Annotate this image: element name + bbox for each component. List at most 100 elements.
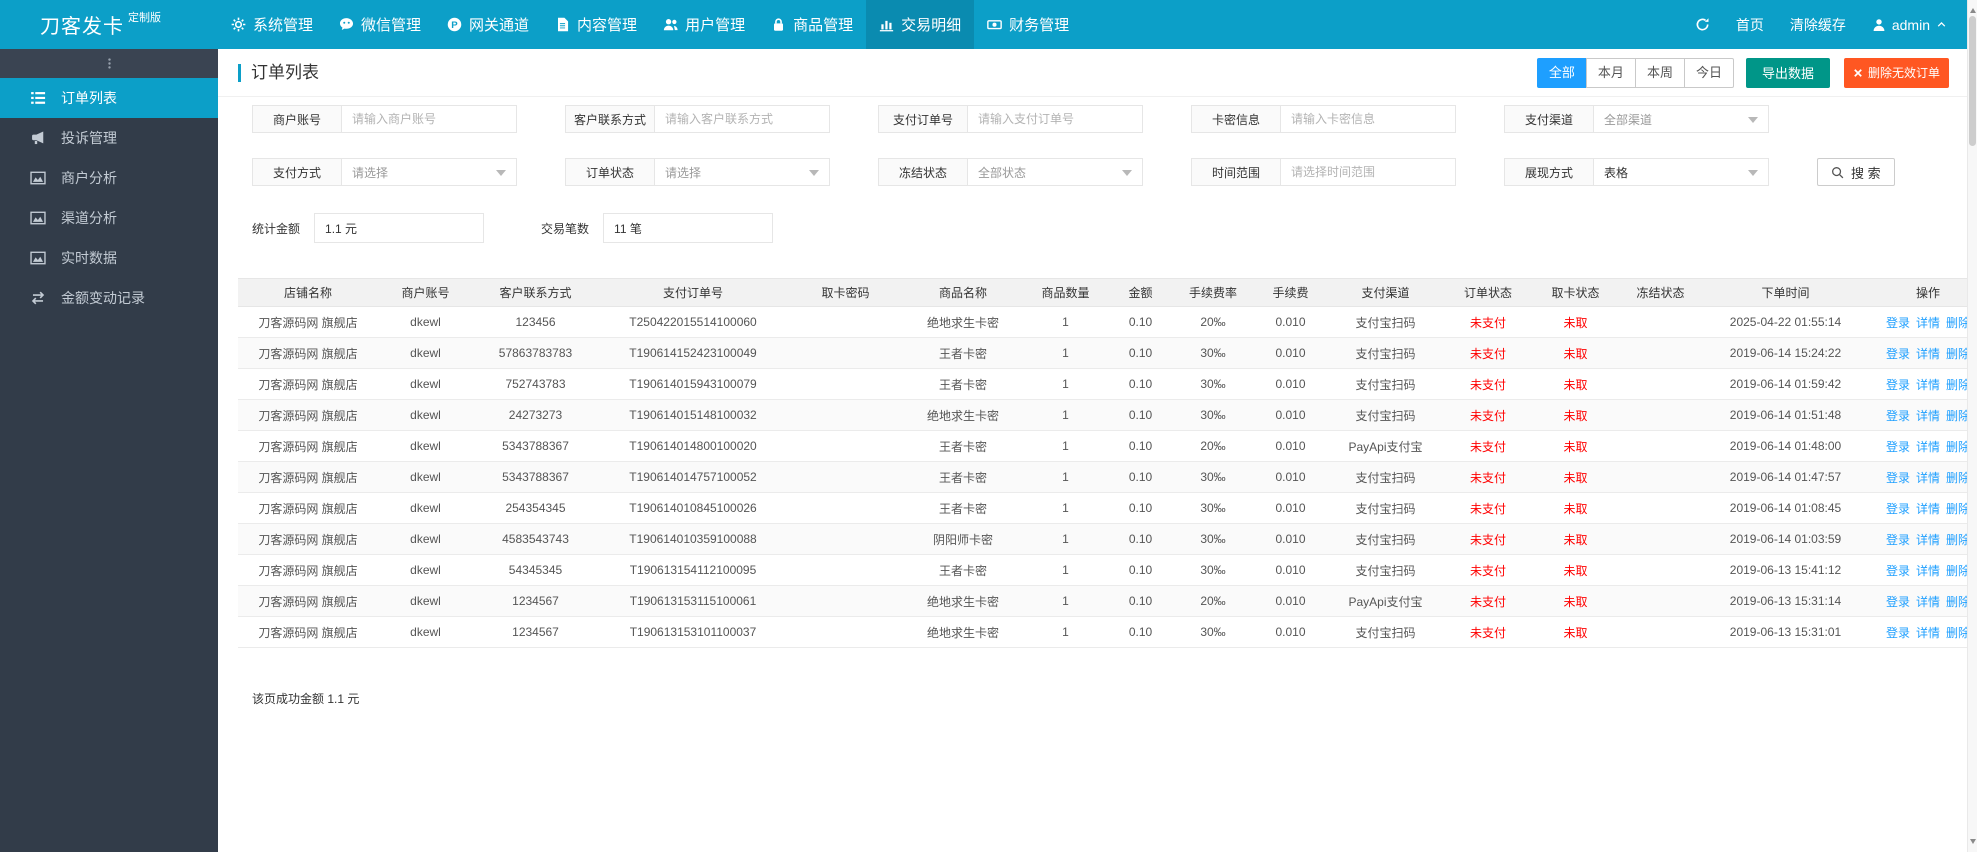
home-link[interactable]: 首页 bbox=[1736, 15, 1764, 35]
clear-cache-link[interactable]: 清除缓存 bbox=[1790, 15, 1846, 35]
user-menu[interactable]: admin bbox=[1872, 17, 1947, 33]
filter-input[interactable] bbox=[342, 106, 516, 132]
filter-label: 支付方式 bbox=[252, 158, 342, 186]
table-row: 刀客源码网 旗舰店 dkewl 54345345 T19061315411210009… bbox=[238, 554, 1977, 586]
topnav-item-6[interactable]: 商品管理 bbox=[758, 0, 866, 49]
export-data-button[interactable]: 导出数据 bbox=[1745, 57, 1830, 88]
brand-logo[interactable]: 刀客发卡 定制版 bbox=[0, 0, 218, 49]
detail-link[interactable]: 详情 bbox=[1916, 564, 1940, 578]
range-tab-2[interactable]: 本月 bbox=[1585, 57, 1636, 88]
topnav-item-4[interactable]: 内容管理 bbox=[542, 0, 650, 49]
topnav-item-7[interactable]: 交易明细 bbox=[866, 0, 975, 49]
cell-fee-rate: 20‰ bbox=[1173, 430, 1253, 462]
topnav-item-8[interactable]: 财务管理 bbox=[974, 0, 1082, 49]
scrollbar[interactable] bbox=[1967, 0, 1977, 852]
filter-select[interactable]: 请选择 bbox=[342, 159, 516, 185]
filter-select[interactable]: 表格 bbox=[1594, 159, 1768, 185]
brand-name: 刀客发卡 bbox=[40, 16, 124, 38]
sidebar-item-6[interactable]: 金额变动记录 bbox=[0, 278, 218, 318]
detail-link[interactable]: 详情 bbox=[1916, 502, 1940, 516]
login-link[interactable]: 登录 bbox=[1886, 471, 1910, 485]
login-link[interactable]: 登录 bbox=[1886, 316, 1910, 330]
cell-order-status: 未支付 bbox=[1443, 337, 1533, 369]
cell-product: 绝地求生卡密 bbox=[903, 399, 1023, 431]
filter-select[interactable]: 请选择 bbox=[655, 159, 829, 185]
cell-merchant: dkewl bbox=[378, 461, 473, 493]
login-link[interactable]: 登录 bbox=[1886, 347, 1910, 361]
topnav-item-label: 内容管理 bbox=[577, 17, 638, 34]
login-link[interactable]: 登录 bbox=[1886, 533, 1910, 547]
cell-amount: 0.10 bbox=[1108, 585, 1173, 617]
filter-field bbox=[655, 105, 830, 133]
cell-actions: 登录 详情 删除 bbox=[1868, 616, 1977, 648]
sidebar-item-5[interactable]: 实时数据 bbox=[0, 238, 218, 278]
topnav-item-3[interactable]: P 网关通道 bbox=[434, 0, 542, 49]
filter-field bbox=[342, 105, 517, 133]
detail-link[interactable]: 详情 bbox=[1916, 626, 1940, 640]
sidebar-item-4[interactable]: 渠道分析 bbox=[0, 198, 218, 238]
detail-link[interactable]: 详情 bbox=[1916, 440, 1940, 454]
cell-qty: 1 bbox=[1023, 368, 1108, 400]
filter-select[interactable]: 全部渠道 bbox=[1594, 106, 1768, 132]
scrollbar-up-arrow[interactable] bbox=[1970, 5, 1976, 13]
scrollbar-down-arrow[interactable] bbox=[1970, 839, 1976, 847]
cell-fee-rate: 30‰ bbox=[1173, 461, 1253, 493]
cell-pay-no: T190614010845100026 bbox=[598, 492, 788, 524]
filter-input[interactable] bbox=[968, 106, 1142, 132]
cell-freeze-status bbox=[1618, 399, 1703, 431]
column-header: 支付渠道 bbox=[1328, 278, 1443, 307]
filter-input[interactable] bbox=[655, 106, 829, 132]
sidebar-collapse-button[interactable] bbox=[0, 49, 218, 78]
detail-link[interactable]: 详情 bbox=[1916, 378, 1940, 392]
cell-actions: 登录 详情 删除 bbox=[1868, 492, 1977, 524]
range-tab-1[interactable]: 全部 bbox=[1536, 57, 1587, 88]
login-link[interactable]: 登录 bbox=[1886, 564, 1910, 578]
sidebar-item-3[interactable]: 商户分析 bbox=[0, 158, 218, 198]
cell-fee-rate: 30‰ bbox=[1173, 337, 1253, 369]
cell-merchant: dkewl bbox=[378, 492, 473, 524]
filter-group: 客户联系方式 bbox=[565, 105, 830, 133]
column-header: 取卡密码 bbox=[788, 278, 903, 307]
search-button[interactable]: 搜 索 bbox=[1817, 158, 1895, 186]
filter-select[interactable]: 全部状态 bbox=[968, 159, 1142, 185]
detail-link[interactable]: 详情 bbox=[1916, 533, 1940, 547]
range-tab-4[interactable]: 今日 bbox=[1683, 57, 1734, 88]
scrollbar-thumb[interactable] bbox=[1969, 16, 1976, 146]
cell-freeze-status bbox=[1618, 306, 1703, 338]
detail-link[interactable]: 详情 bbox=[1916, 595, 1940, 609]
filter-input[interactable] bbox=[1281, 106, 1455, 132]
cell-freeze-status bbox=[1618, 461, 1703, 493]
stat-1: 统计金额 1.1 元 bbox=[252, 213, 485, 243]
topnav-item-5[interactable]: 用户管理 bbox=[650, 0, 758, 49]
detail-link[interactable]: 详情 bbox=[1916, 316, 1940, 330]
close-icon bbox=[1853, 68, 1863, 78]
login-link[interactable]: 登录 bbox=[1886, 595, 1910, 609]
cell-channel: 支付宝扫码 bbox=[1328, 399, 1443, 431]
refresh-icon[interactable] bbox=[1695, 17, 1710, 32]
cell-contact: 123456 bbox=[473, 306, 598, 338]
sidebar-item-label: 金额变动记录 bbox=[61, 290, 145, 306]
detail-link[interactable]: 详情 bbox=[1916, 471, 1940, 485]
filter-field: 表格 bbox=[1594, 158, 1769, 186]
topnav-right: 首页 清除缓存 admin bbox=[1695, 0, 1967, 49]
topnav-item-label: 财务管理 bbox=[1009, 17, 1070, 34]
delete-invalid-orders-button[interactable]: 删除无效订单 bbox=[1843, 57, 1949, 88]
filter-label: 订单状态 bbox=[565, 158, 655, 186]
stat-value: 1.1 元 bbox=[314, 213, 485, 243]
sidebar-item-1[interactable]: 订单列表 bbox=[0, 78, 218, 118]
login-link[interactable]: 登录 bbox=[1886, 502, 1910, 516]
login-link[interactable]: 登录 bbox=[1886, 440, 1910, 454]
sidebar-item-2[interactable]: 投诉管理 bbox=[0, 118, 218, 158]
cell-amount: 0.10 bbox=[1108, 492, 1173, 524]
login-link[interactable]: 登录 bbox=[1886, 626, 1910, 640]
column-header: 手续费 bbox=[1253, 278, 1328, 307]
topnav-item-2[interactable]: 微信管理 bbox=[326, 0, 434, 49]
range-tab-3[interactable]: 本周 bbox=[1634, 57, 1685, 88]
topnav-item-1[interactable]: 系统管理 bbox=[218, 0, 326, 49]
login-link[interactable]: 登录 bbox=[1886, 409, 1910, 423]
filter-input[interactable] bbox=[1281, 159, 1455, 185]
login-link[interactable]: 登录 bbox=[1886, 378, 1910, 392]
detail-link[interactable]: 详情 bbox=[1916, 347, 1940, 361]
detail-link[interactable]: 详情 bbox=[1916, 409, 1940, 423]
filter-label: 展现方式 bbox=[1504, 158, 1594, 186]
